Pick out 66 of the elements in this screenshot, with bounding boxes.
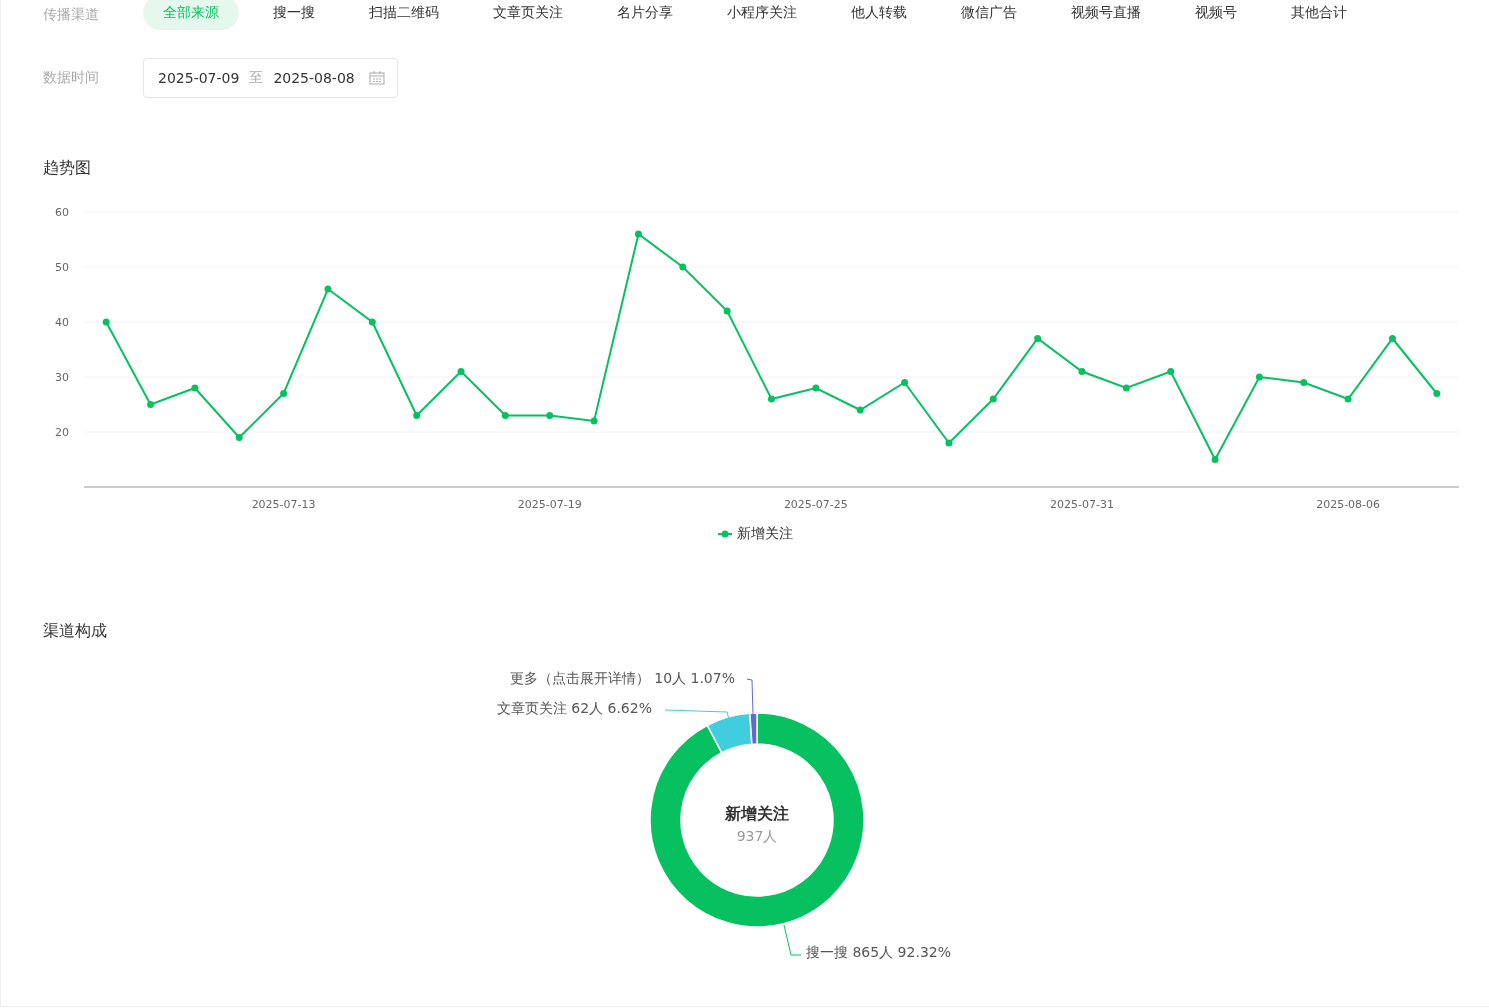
channel-tab[interactable]: 小程序关注	[707, 0, 817, 30]
data-point	[1078, 368, 1086, 375]
data-point	[901, 379, 909, 386]
donut-center-title: 新增关注	[725, 804, 789, 823]
data-point	[324, 285, 332, 293]
channel-tab[interactable]: 名片分享	[597, 0, 693, 30]
data-point	[235, 434, 243, 441]
data-point	[191, 384, 199, 392]
leader-line	[746, 678, 754, 715]
filter-label: 传播渠道	[43, 6, 100, 24]
legend-label: 新增关注	[736, 525, 793, 543]
data-point	[457, 368, 465, 375]
x-tick-label: 2025-07-13	[251, 498, 316, 511]
channel-tab[interactable]: 微信广告	[941, 0, 1037, 30]
section-title: 趋势图	[42, 158, 92, 179]
slice-label: 文章页关注 62人 6.62%	[496, 700, 652, 716]
channel-tab[interactable]: 他人转载	[831, 0, 927, 30]
calendar-icon	[368, 71, 385, 85]
data-point	[501, 412, 509, 419]
data-point	[102, 318, 110, 326]
section-title: 渠道构成	[42, 621, 108, 642]
data-point	[1122, 384, 1130, 392]
x-tick-label: 2025-07-19	[517, 498, 582, 511]
data-point	[280, 390, 288, 397]
channel-tab[interactable]: 搜一搜	[253, 0, 335, 30]
slice-label: 更多（点击展开详情） 10人 1.07%	[509, 670, 735, 686]
date-label: 数据时间	[43, 69, 100, 87]
data-point	[1300, 379, 1308, 386]
y-tick-label: 60	[55, 206, 69, 219]
data-point	[1388, 335, 1396, 342]
data-point	[679, 263, 687, 271]
y-tick-label: 30	[55, 371, 69, 384]
data-point	[1211, 456, 1219, 463]
channel-tab[interactable]: 文章页关注	[473, 0, 583, 30]
data-point	[1167, 368, 1175, 375]
data-point	[1344, 395, 1352, 403]
x-tick-label: 2025-08-06	[1316, 498, 1381, 511]
slice-label: 搜一搜 865人 92.32%	[806, 944, 951, 960]
x-tick-label: 2025-07-25	[783, 498, 848, 511]
leader-line	[783, 924, 802, 956]
y-tick-label: 40	[55, 316, 69, 329]
data-point	[147, 401, 155, 408]
data-point	[634, 230, 642, 238]
date-range-field[interactable]: 2025-07-09 至 2025-08-08	[143, 58, 398, 98]
channel-tab[interactable]: 视频号	[1175, 0, 1257, 30]
data-point	[723, 307, 731, 315]
data-point	[945, 439, 953, 447]
data-point	[1034, 335, 1042, 342]
y-tick-label: 50	[55, 261, 69, 274]
data-point	[1255, 373, 1263, 381]
legend-marker-icon	[717, 530, 732, 538]
x-tick-label: 2025-07-31	[1050, 498, 1114, 511]
channel-tab[interactable]: 扫描二维码	[349, 0, 459, 30]
channel-tab[interactable]: 其他合计	[1271, 0, 1367, 30]
data-point	[812, 384, 820, 392]
data-point	[989, 395, 997, 403]
y-tick-label: 20	[55, 426, 69, 439]
data-point	[1433, 390, 1441, 397]
data-point	[856, 406, 864, 414]
channel-tab[interactable]: 视频号直播	[1051, 0, 1161, 30]
donut-center-value: 937人	[736, 828, 778, 844]
data-point	[368, 318, 376, 326]
data-point	[546, 412, 554, 419]
data-point	[590, 417, 598, 425]
data-point	[413, 412, 421, 419]
data-point	[768, 395, 775, 403]
